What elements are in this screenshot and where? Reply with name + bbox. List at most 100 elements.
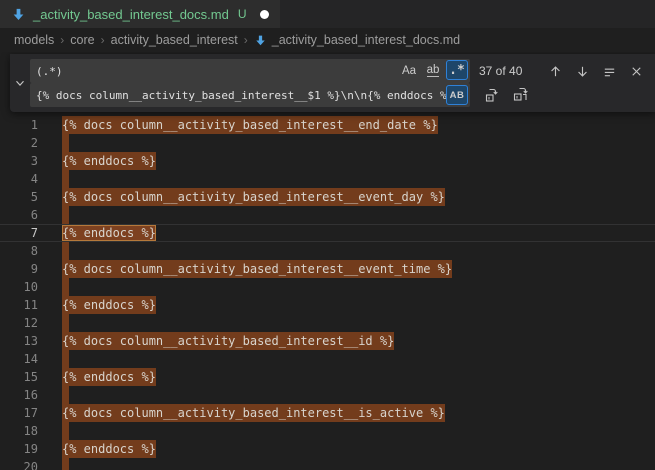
match-case-toggle[interactable]: Aa [398, 61, 420, 81]
search-match-highlight[interactable]: {% docs column__activity_based_interest_… [62, 404, 445, 422]
code-line[interactable]: 7 {% enddocs %} [0, 224, 655, 242]
whole-word-toggle[interactable]: ab [422, 61, 444, 81]
code-line[interactable]: 3 {% enddocs %} [0, 152, 655, 170]
preserve-case-label: AB [450, 90, 465, 101]
preserve-case-toggle[interactable]: AB [446, 85, 468, 105]
dirty-indicator-dot[interactable] [260, 10, 269, 19]
empty-line-match-highlight[interactable] [62, 242, 69, 260]
code-line[interactable]: 5 {% docs column__activity_based_interest… [0, 188, 655, 206]
breadcrumb-separator: › [244, 33, 248, 47]
line-number[interactable]: 12 [0, 314, 38, 332]
vscode-window: _activity_based_interest_docs.md U model… [0, 0, 655, 470]
search-match-highlight[interactable]: {% docs column__activity_based_interest_… [62, 332, 394, 350]
regex-toggle[interactable]: .* [446, 60, 468, 80]
empty-line-match-highlight[interactable] [62, 170, 69, 188]
breadcrumb-filename: _activity_based_interest_docs.md [272, 33, 460, 47]
code-line[interactable]: 8 [0, 242, 655, 260]
editor-pane[interactable]: 1 {% docs column__activity_based_interest… [0, 52, 655, 470]
line-number[interactable]: 14 [0, 350, 38, 368]
empty-line-match-highlight[interactable] [62, 458, 69, 470]
toggle-replace-chevron-icon[interactable] [10, 54, 30, 112]
code-line[interactable]: 1 {% docs column__activity_based_interest… [0, 116, 655, 134]
code-line[interactable]: 9 {% docs column__activity_based_interest… [0, 260, 655, 278]
regex-label: .* [449, 63, 465, 78]
code-line[interactable]: 13 {% docs column__activity_based_interes… [0, 332, 655, 350]
tab-filename: _activity_based_interest_docs.md [33, 7, 229, 22]
empty-line-match-highlight[interactable] [62, 422, 69, 440]
breadcrumb-item-models[interactable]: models [14, 33, 54, 47]
code-line[interactable]: 11 {% enddocs %} [0, 296, 655, 314]
search-match-highlight[interactable]: {% enddocs %} [62, 440, 156, 458]
line-number[interactable]: 17 [0, 404, 38, 422]
code-line[interactable]: 17 {% docs column__activity_based_interes… [0, 404, 655, 422]
empty-line-match-highlight[interactable] [62, 350, 69, 368]
match-case-label: Aa [402, 65, 416, 77]
breadcrumb-separator: › [60, 33, 64, 47]
line-number[interactable]: 9 [0, 260, 38, 278]
code-line[interactable]: 12 [0, 314, 655, 332]
search-match-highlight[interactable]: {% enddocs %} [62, 368, 156, 386]
search-match-highlight[interactable]: {% enddocs %} [62, 152, 156, 170]
code-line[interactable]: 16 [0, 386, 655, 404]
search-match-highlight[interactable]: {% docs column__activity_based_interest_… [62, 260, 452, 278]
line-number[interactable]: 15 [0, 368, 38, 386]
search-match-highlight[interactable]: {% docs column__activity_based_interest_… [62, 188, 445, 206]
empty-line-match-highlight[interactable] [62, 134, 69, 152]
previous-match-arrow-up-icon[interactable] [545, 61, 565, 81]
breadcrumb-separator: › [101, 33, 105, 47]
find-query-text: (.*) [36, 65, 63, 78]
replace-all-icon[interactable] [511, 85, 531, 105]
results-count: 37 of 40 [479, 64, 545, 78]
breadcrumb-item-file[interactable]: _activity_based_interest_docs.md [254, 33, 460, 47]
line-number[interactable]: 10 [0, 278, 38, 296]
empty-line-match-highlight[interactable] [62, 206, 69, 224]
replace-value-text: {% docs column__activity_based_interest_… [36, 89, 453, 102]
line-number[interactable]: 8 [0, 242, 38, 260]
code-line[interactable]: 10 [0, 278, 655, 296]
empty-line-match-highlight[interactable] [62, 314, 69, 332]
breadcrumb: models › core › activity_based_interest … [0, 28, 655, 52]
empty-line-match-highlight[interactable] [62, 386, 69, 404]
line-number[interactable]: 1 [0, 116, 38, 134]
code-line[interactable]: 20 [0, 458, 655, 470]
line-number[interactable]: 6 [0, 206, 38, 224]
line-number[interactable]: 4 [0, 170, 38, 188]
close-find-widget-icon[interactable] [626, 61, 646, 81]
line-number[interactable]: 19 [0, 440, 38, 458]
line-number[interactable]: 18 [0, 422, 38, 440]
search-match-highlight[interactable]: {% enddocs %} [62, 296, 156, 314]
markdown-file-icon [254, 34, 267, 47]
search-match-highlight[interactable]: {% docs column__activity_based_interest_… [62, 116, 438, 134]
replace-input[interactable]: {% docs column__activity_based_interest_… [30, 83, 470, 107]
line-number[interactable]: 11 [0, 296, 38, 314]
breadcrumb-item-core[interactable]: core [70, 33, 94, 47]
next-match-arrow-down-icon[interactable] [572, 61, 592, 81]
code-line[interactable]: 18 [0, 422, 655, 440]
markdown-file-icon [11, 7, 26, 22]
git-status-badge: U [238, 7, 247, 21]
find-in-selection-icon[interactable] [599, 61, 619, 81]
find-replace-widget: (.*) Aa ab .* 3 [10, 54, 655, 112]
find-input[interactable]: (.*) Aa ab .* [30, 59, 470, 83]
line-number[interactable]: 13 [0, 332, 38, 350]
code-line[interactable]: 15 {% enddocs %} [0, 368, 655, 386]
line-number[interactable]: 16 [0, 386, 38, 404]
empty-line-match-highlight[interactable] [62, 278, 69, 296]
code-line[interactable]: 14 [0, 350, 655, 368]
line-number[interactable]: 20 [0, 458, 38, 470]
search-match-highlight[interactable]: {% enddocs %} [62, 225, 156, 241]
code-line[interactable]: 19 {% enddocs %} [0, 440, 655, 458]
tab-bar: _activity_based_interest_docs.md U [0, 0, 655, 28]
tab-activity-based-interest-docs[interactable]: _activity_based_interest_docs.md U [0, 0, 280, 28]
code-line[interactable]: 6 [0, 206, 655, 224]
line-number[interactable]: 2 [0, 134, 38, 152]
code-line[interactable]: 4 [0, 170, 655, 188]
line-number[interactable]: 7 [0, 225, 38, 241]
replace-one-icon[interactable] [482, 85, 502, 105]
code-lines: 1 {% docs column__activity_based_interest… [0, 116, 655, 470]
line-number[interactable]: 5 [0, 188, 38, 206]
whole-word-label: ab [427, 65, 440, 77]
line-number[interactable]: 3 [0, 152, 38, 170]
code-line[interactable]: 2 [0, 134, 655, 152]
breadcrumb-item-activity-based-interest[interactable]: activity_based_interest [111, 33, 238, 47]
